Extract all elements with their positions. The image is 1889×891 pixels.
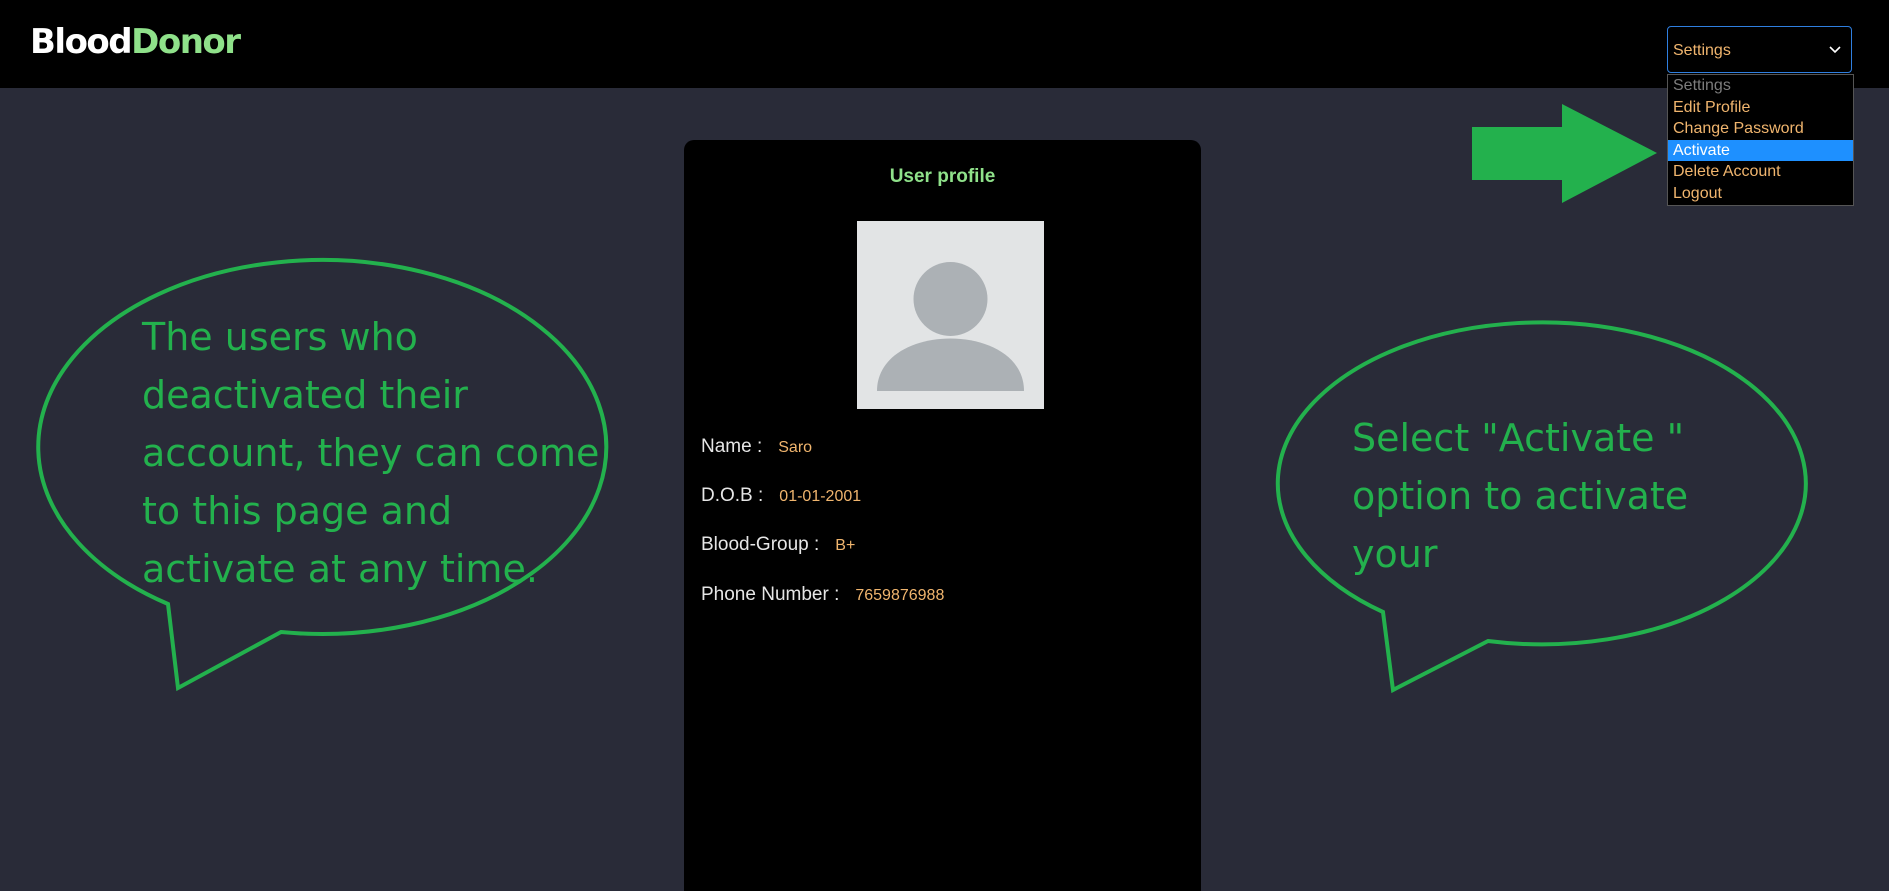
right-annotation-line: option to activate bbox=[1352, 474, 1689, 518]
left-annotation-line: to this page and bbox=[142, 489, 453, 533]
left-annotation-line: account, they can come bbox=[142, 431, 600, 475]
left-annotation-line: activate at any time. bbox=[142, 547, 538, 591]
left-annotation-line: deactivated their bbox=[142, 373, 468, 417]
right-annotation-line: Select "Activate " bbox=[1352, 416, 1685, 460]
right-annotation-text: Select "Activate " option to activate yo… bbox=[1352, 409, 1688, 583]
left-annotation-line: The users who bbox=[142, 315, 418, 359]
arrow-icon bbox=[1472, 104, 1657, 203]
right-annotation-line: your bbox=[1352, 532, 1438, 576]
left-annotation-text: The users who deactivated their account,… bbox=[142, 308, 599, 598]
